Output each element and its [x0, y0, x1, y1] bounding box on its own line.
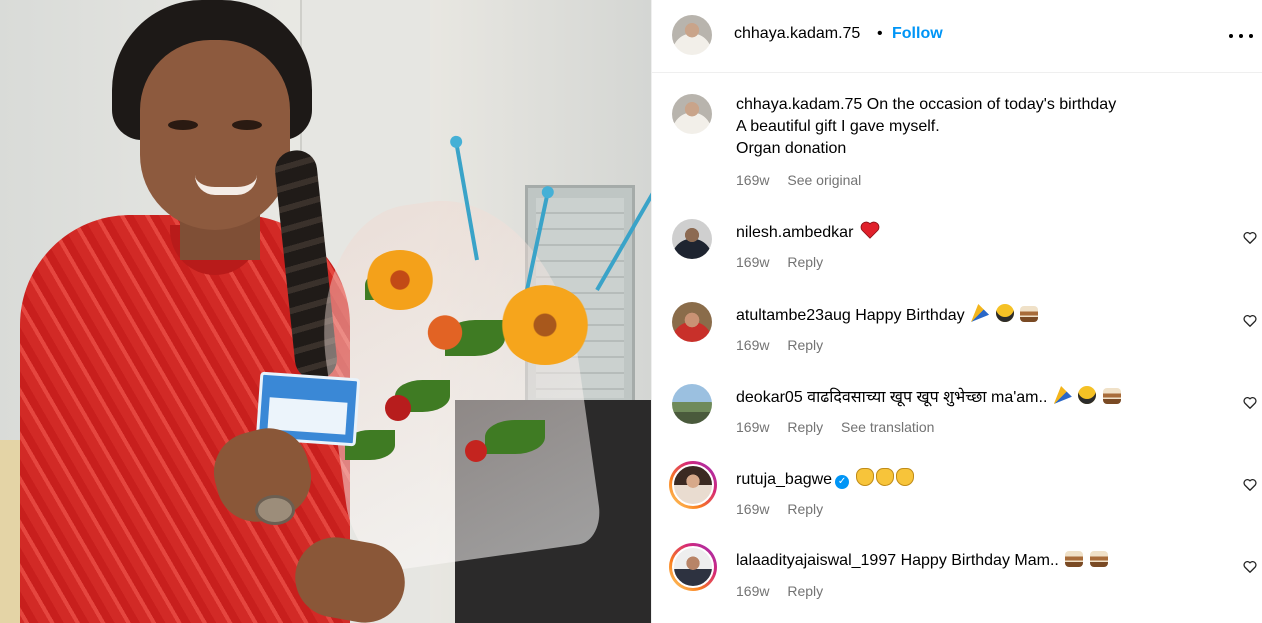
comment-text: atultambe23aug Happy Birthday [736, 304, 1236, 327]
see-translation-button[interactable]: See translation [841, 419, 934, 435]
post-side-panel: chhaya.kadam.75 • Follow chhaya.kadam.75… [651, 0, 1262, 623]
timestamp[interactable]: 169w [736, 172, 769, 188]
timestamp[interactable]: 169w [736, 337, 769, 353]
photo-face [140, 40, 290, 230]
reply-button[interactable]: Reply [787, 337, 823, 353]
like-heart-icon[interactable] [1243, 560, 1257, 574]
comment-meta: 169w Reply [736, 501, 837, 517]
caption-line-1: On the occasion of today's birthday [866, 96, 1117, 113]
avatar[interactable] [672, 15, 712, 55]
avatar[interactable] [672, 219, 712, 259]
birthday-cake-emoji-icon [1019, 306, 1038, 322]
header-username[interactable]: chhaya.kadam.75 [734, 25, 860, 43]
caption-meta: 169w See original [736, 172, 875, 188]
avatar[interactable] [672, 94, 712, 134]
like-heart-icon[interactable] [1243, 231, 1257, 245]
photo-eye-left [168, 120, 198, 130]
post-header: chhaya.kadam.75 • Follow [652, 0, 1262, 73]
clapping-hands-emoji-icon [895, 468, 914, 486]
comment-username[interactable]: deokar05 [736, 389, 803, 406]
heart-emoji-icon [860, 221, 880, 239]
like-heart-icon[interactable] [1243, 396, 1257, 410]
avatar[interactable] [672, 302, 712, 342]
like-heart-icon[interactable] [1243, 314, 1257, 328]
avatar[interactable] [669, 543, 717, 591]
reply-button[interactable]: Reply [787, 583, 823, 599]
caption-username[interactable]: chhaya.kadam.75 [736, 96, 862, 113]
avatar[interactable] [669, 461, 717, 509]
photo-ring [255, 495, 295, 525]
more-options-icon[interactable] [1229, 24, 1253, 48]
comment-body: Happy Birthday [855, 307, 965, 324]
comment-text: deokar05 वाढदिवसाच्या खूप खूप शुभेच्छा m… [736, 386, 1236, 409]
photo-eye-right [232, 120, 262, 130]
comment-body: Happy Birthday Mam.. [900, 552, 1059, 569]
timestamp[interactable]: 169w [736, 419, 769, 435]
see-original-button[interactable]: See original [787, 172, 861, 188]
header-separator: • [877, 25, 883, 42]
follow-button[interactable]: Follow [892, 25, 943, 43]
clapping-hands-emoji-icon [855, 468, 874, 486]
caption-line-3: Organ donation [736, 140, 847, 157]
clapping-hands-emoji-icon [875, 468, 894, 486]
post-photo[interactable] [0, 0, 651, 623]
timestamp[interactable]: 169w [736, 583, 769, 599]
caption-line-2: A beautiful gift I gave myself. [736, 118, 940, 135]
party-popper-emoji-icon [971, 304, 990, 322]
party-popper-emoji-icon [1053, 386, 1072, 404]
like-heart-icon[interactable] [1243, 478, 1257, 492]
verified-badge-icon: ✓ [835, 475, 850, 489]
hugging-face-emoji-icon [995, 304, 1014, 322]
hugging-face-emoji-icon [1078, 386, 1097, 404]
caption-text: chhaya.kadam.75 On the occasion of today… [736, 94, 1236, 160]
reply-button[interactable]: Reply [787, 501, 823, 517]
birthday-cake-emoji-icon [1102, 388, 1121, 404]
reply-button[interactable]: Reply [787, 419, 823, 435]
comment-username[interactable]: lalaadityajaiswal_1997 [736, 552, 896, 569]
avatar[interactable] [672, 384, 712, 424]
comment-text: nilesh.ambedkar [736, 221, 1236, 244]
birthday-cake-emoji-icon [1065, 551, 1084, 567]
comment-meta: 169w Reply [736, 583, 837, 599]
timestamp[interactable]: 169w [736, 501, 769, 517]
photo-bouquet [325, 141, 651, 540]
comment-username[interactable]: rutuja_bagwe [736, 471, 832, 488]
birthday-cake-emoji-icon [1089, 551, 1108, 567]
reply-button[interactable]: Reply [787, 254, 823, 270]
comment-username[interactable]: nilesh.ambedkar [736, 224, 853, 241]
comment-text: rutuja_bagwe ✓ [736, 468, 1236, 491]
timestamp[interactable]: 169w [736, 254, 769, 270]
comment-meta: 169w Reply [736, 337, 837, 353]
comment-meta: 169w Reply See translation [736, 419, 948, 435]
comment-username[interactable]: atultambe23aug [736, 307, 851, 324]
comment-body: वाढदिवसाच्या खूप खूप शुभेच्छा ma'am.. [807, 389, 1048, 406]
comment-meta: 169w Reply [736, 254, 837, 270]
comment-text: lalaadityajaiswal_1997 Happy Birthday Ma… [736, 550, 1236, 572]
